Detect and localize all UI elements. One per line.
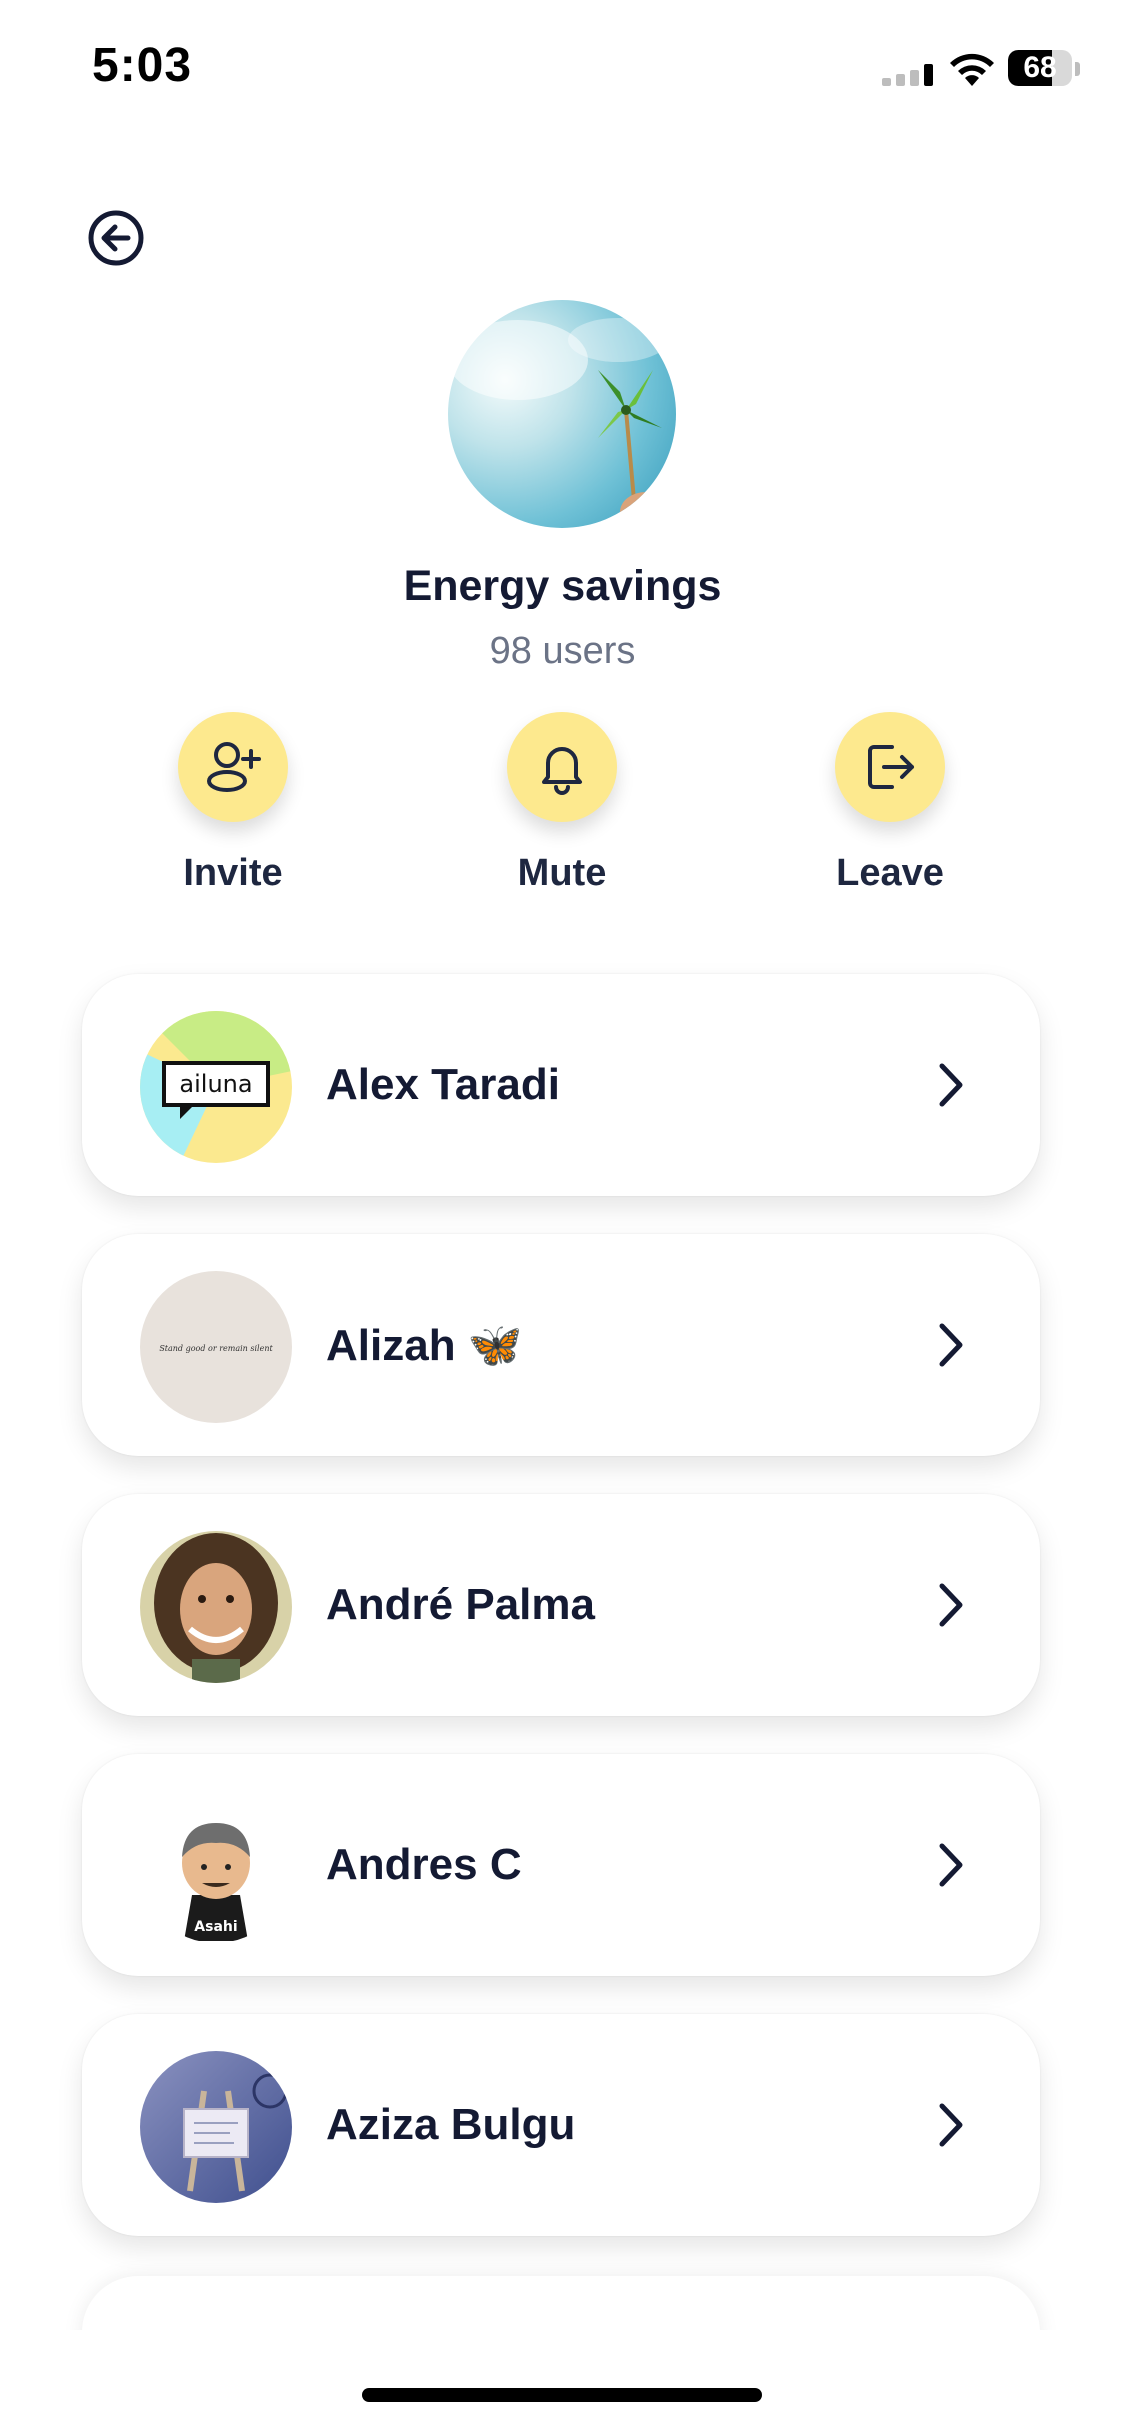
status-bar: 5:03 68 [0,0,1125,140]
battery-cap [1075,62,1080,76]
member-name: Alizah 🦋 [326,1321,523,1370]
member-list: ailuna Alex Taradi Stand good or remain … [82,974,1040,2274]
leave-label: Leave [836,852,944,894]
invite-label: Invite [183,852,283,894]
member-row-andre-palma[interactable]: André Palma [82,1494,1040,1716]
battery-level: 68 [1023,51,1057,84]
avatar [140,2051,292,2203]
group-details-screen: 5:03 68 Energy savings 98 users Invite M… [0,0,1125,2436]
member-row-andres-c[interactable]: Asahi Andres C [82,1754,1040,1976]
cartoon-character-avatar: Asahi [140,1791,292,1943]
easel-photo-avatar [140,2051,292,2203]
logout-icon [868,745,914,789]
mute-button[interactable]: Mute [442,712,682,895]
member-name: Aziza Bulgu [326,2100,576,2149]
leave-circle[interactable] [835,712,945,822]
mute-circle[interactable] [507,712,617,822]
chevron-right-icon [939,1843,963,1887]
back-arrow-icon[interactable] [86,208,146,268]
member-name: Andres C [326,1840,522,1889]
avatar-quote-text: Stand good or remain silent [159,1344,273,1353]
member-row-alex-taradi[interactable]: ailuna Alex Taradi [82,974,1040,1196]
status-time: 5:03 [92,39,193,92]
member-row-alizah[interactable]: Stand good or remain silent Alizah 🦋 [82,1234,1040,1456]
group-user-count: 98 users [489,630,636,672]
chevron-right-icon [939,2103,963,2147]
avatar: ailuna [140,1011,292,1163]
mute-label: Mute [517,852,607,894]
home-indicator[interactable] [362,2388,762,2402]
handwritten-quote-avatar: Stand good or remain silent [140,1271,292,1423]
add-user-icon [207,742,261,792]
chevron-right-icon [939,1063,963,1107]
group-avatar-image [448,300,676,528]
chevron-right-icon [939,1583,963,1627]
member-name: André Palma [326,1580,595,1629]
asahi-shirt-text: Asahi [194,1919,237,1935]
member-name: Alex Taradi [326,1060,560,1109]
battery-icon: 68 [1008,50,1072,86]
group-name: Energy savings [403,562,722,610]
avatar: Asahi [140,1791,292,1943]
invite-button[interactable]: Invite [113,712,353,895]
chevron-right-icon [939,1323,963,1367]
invite-circle[interactable] [178,712,288,822]
cellular-signal-icon [882,64,933,86]
avatar [140,1531,292,1683]
avatar: Stand good or remain silent [140,1271,292,1423]
bell-icon [542,747,582,795]
wifi-icon [950,53,994,86]
leave-button[interactable]: Leave [770,712,1010,895]
ailuna-logo-text: ailuna [179,1070,252,1098]
member-row-aziza-bulgu[interactable]: Aziza Bulgu [82,2014,1040,2236]
ailuna-logo-avatar: ailuna [140,1011,292,1163]
group-avatar[interactable] [448,300,676,528]
bottom-area [0,2330,1125,2436]
portrait-photo-avatar [140,1531,292,1683]
